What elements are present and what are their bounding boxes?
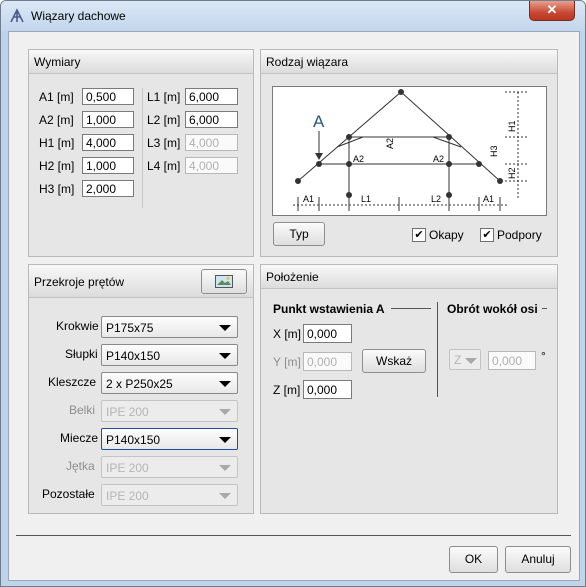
podpory-label: Podpory (497, 228, 542, 242)
x-field[interactable]: 0,000 (303, 324, 352, 343)
chevron-down-icon (465, 358, 477, 364)
diagram-label-a2-mid: A2 (385, 138, 395, 149)
podpory-checkbox[interactable]: ✔ (480, 228, 494, 242)
chevron-down-icon (219, 353, 231, 359)
h2-field[interactable]: 1,000 (82, 157, 134, 174)
l3-field: 4,000 (185, 134, 238, 151)
z-field[interactable]: 0,000 (303, 380, 352, 399)
wymiary-header: Wymiary (29, 50, 253, 74)
l3-label: L3 [m] (147, 136, 181, 150)
typ-button[interactable]: Typ (273, 222, 325, 246)
obrot-title-line (542, 308, 547, 309)
h3-field[interactable]: 2,000 (82, 180, 134, 197)
diagram-label-l1: L1 (361, 194, 371, 204)
jetka-label: Jętka (66, 459, 95, 473)
krokwie-label: Krokwie (56, 319, 99, 333)
wymiary-divider (142, 88, 143, 208)
truss-diagram: A A2 A2 A2 H1 H3 H2 L1 L2 A1 A1 (272, 86, 547, 216)
krokwie-select[interactable]: P175x75 (101, 316, 238, 338)
slupki-select[interactable]: P140x150 (101, 344, 238, 366)
h1-label: H1 [m] (39, 136, 75, 150)
przekroje-image-button[interactable] (201, 269, 247, 294)
kleszcze-select[interactable]: 2 x P250x25 (101, 372, 238, 394)
diagram-label-l2: L2 (431, 194, 441, 204)
diagram-label-a: A (313, 112, 325, 131)
diagram-label-a2-left: A2 (353, 154, 364, 164)
diagram-label-a1-right: A1 (483, 194, 494, 204)
obrot-title: Obrót wokół osi (447, 302, 538, 316)
chevron-down-icon (219, 381, 231, 387)
close-button[interactable]: ✕ (529, 1, 575, 21)
polozenie-header: Położenie (261, 265, 557, 289)
a2-label: A2 [m] (39, 113, 74, 127)
wymiary-panel: Wymiary A1 [m] 0,500 A2 [m] 1,000 H1 [m]… (28, 49, 254, 257)
truss-app-icon (10, 8, 24, 23)
chevron-down-icon (219, 465, 231, 471)
window-title: Wiązary dachowe (31, 9, 126, 23)
diagram-label-a2-right: A2 (433, 154, 444, 164)
chevron-down-icon (219, 409, 231, 415)
dialog-window: Wiązary dachowe ✕ Wymiary A1 [m] 0,500 A… (0, 0, 586, 587)
punkt-wstawienia-title: Punkt wstawienia A (273, 302, 385, 316)
z-label: Z [m] (273, 383, 301, 397)
title-bar[interactable]: Wiązary dachowe ✕ (1, 1, 585, 31)
belki-select: IPE 200 (101, 400, 238, 422)
image-icon (215, 275, 233, 288)
diagram-label-h2: H2 (507, 167, 517, 179)
l2-label: L2 [m] (147, 113, 181, 127)
pozostale-label: Pozostałe (42, 487, 95, 501)
diagram-label-h3: H3 (489, 145, 499, 157)
a1-label: A1 [m] (39, 90, 74, 104)
a2-field[interactable]: 1,000 (82, 111, 134, 128)
axis-select: Z (449, 349, 481, 370)
wskaz-button[interactable]: Wskaż (362, 349, 426, 373)
l4-label: L4 [m] (147, 159, 181, 173)
degree-symbol: ° (541, 349, 546, 363)
jetka-select: IPE 200 (101, 456, 238, 478)
truss-drawing: A A2 A2 A2 H1 H3 H2 L1 L2 A1 A1 (293, 89, 528, 211)
y-field: 0,000 (303, 352, 352, 371)
h1-field[interactable]: 4,000 (82, 134, 134, 151)
l2-field[interactable]: 6,000 (185, 111, 238, 128)
pozostale-select: IPE 200 (101, 484, 238, 506)
polozenie-panel: Położenie Punkt wstawienia A Obrót wokół… (260, 264, 558, 514)
ok-button[interactable]: OK (449, 546, 498, 573)
h2-label: H2 [m] (39, 159, 75, 173)
chevron-down-icon (219, 493, 231, 499)
y-label: Y [m] (273, 355, 301, 369)
l1-field[interactable]: 6,000 (185, 88, 238, 105)
okapy-label: Okapy (429, 228, 464, 242)
polozenie-divider (437, 302, 438, 397)
footer-separator (16, 535, 571, 536)
miecze-label: Miecze (60, 431, 99, 445)
l1-label: L1 [m] (147, 90, 181, 104)
punkt-title-line (391, 308, 431, 309)
belki-label: Belki (69, 403, 96, 417)
okapy-checkbox[interactable]: ✔ (412, 228, 426, 242)
cancel-button[interactable]: Anuluj (505, 546, 571, 573)
l4-field: 4,000 (185, 157, 238, 174)
rodzaj-panel: Rodzaj wiązara A A2 A2 A2 H1 H3 H2 L1 L2… (260, 49, 558, 257)
x-label: X [m] (273, 327, 302, 341)
slupki-label: Słupki (65, 347, 98, 361)
angle-field: 0,000 (488, 351, 536, 370)
close-icon: ✕ (546, 2, 558, 17)
przekroje-panel: Przekroje prętów Krokwie P175x75 Słupki … (28, 264, 254, 514)
rodzaj-header: Rodzaj wiązara (261, 50, 557, 74)
miecze-select[interactable]: P140x150 (101, 428, 238, 450)
diagram-label-h1: H1 (507, 120, 517, 132)
h3-label: H3 [m] (39, 182, 75, 196)
chevron-down-icon (219, 437, 231, 443)
dialog-client-area: Wymiary A1 [m] 0,500 A2 [m] 1,000 H1 [m]… (8, 31, 580, 581)
a1-field[interactable]: 0,500 (82, 88, 134, 105)
kleszcze-label: Kleszcze (48, 375, 97, 389)
diagram-label-a1-left: A1 (303, 194, 314, 204)
chevron-down-icon (219, 325, 231, 331)
